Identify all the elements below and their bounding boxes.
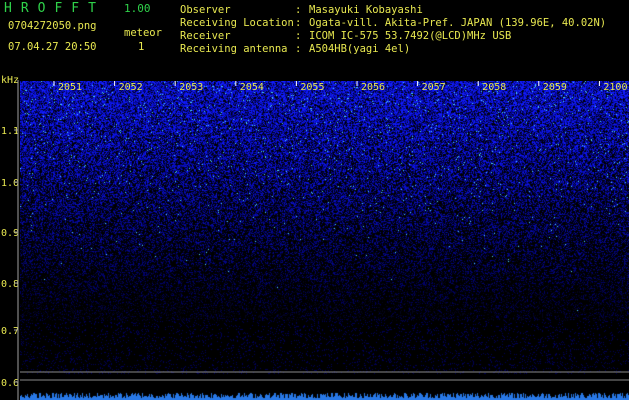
freq-label: 0.6 — [1, 378, 19, 389]
freq-unit-label: kHz — [1, 75, 19, 86]
freq-axis: 1.1 1.0 0.9 0.8 0.7 0.6 — [1, 126, 19, 389]
freq-label: 0.8 — [1, 279, 19, 290]
freq-label: 0.9 — [1, 228, 19, 239]
spectrogram-canvas[interactable] — [20, 81, 629, 400]
freq-label: 1.1 — [1, 126, 19, 137]
freq-label: 1.0 — [1, 178, 19, 189]
freq-label: 0.7 — [1, 326, 19, 337]
